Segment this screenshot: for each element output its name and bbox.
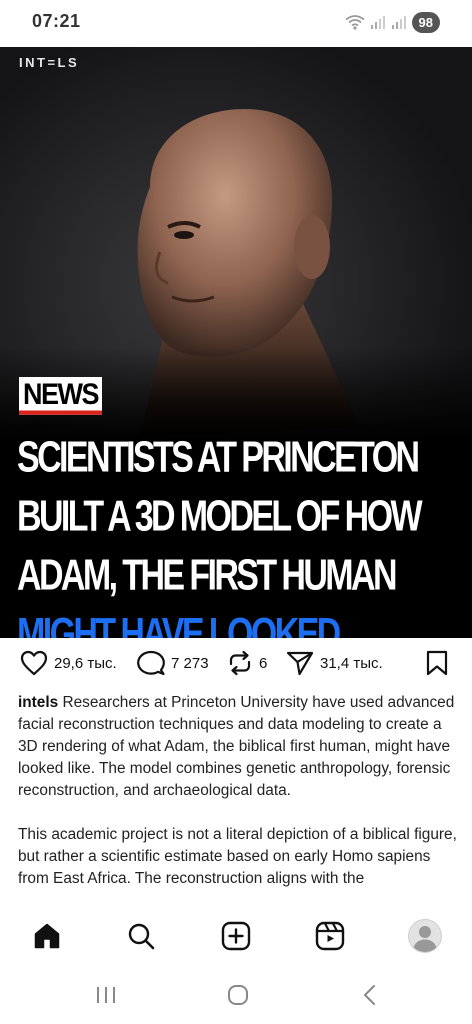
post-caption: intels Researchers at Princeton Universi…	[18, 692, 458, 906]
reposts-count: 6	[259, 654, 268, 672]
caption-text: Researchers at Princeton University have…	[18, 694, 455, 799]
headline-line: BUILT A 3D MODEL OF HOW	[17, 492, 423, 541]
signal-icon	[370, 16, 385, 29]
status-time: 07:21	[32, 11, 81, 31]
nav-reels[interactable]	[312, 918, 348, 954]
repost-button[interactable]: 6	[227, 650, 267, 676]
bottom-nav	[0, 906, 472, 966]
recent-apps-icon	[97, 987, 115, 1003]
reels-icon	[315, 921, 345, 951]
status-bar: 07:21 98	[0, 0, 472, 44]
repost-icon	[229, 650, 251, 676]
recent-apps-button[interactable]	[94, 982, 118, 1008]
home-icon	[34, 923, 60, 949]
battery-badge: 98	[411, 11, 440, 33]
nav-home[interactable]	[29, 918, 65, 954]
comments-count: 7 273	[171, 654, 209, 672]
likes-count: 29,6 тыс.	[54, 654, 117, 672]
nav-create[interactable]	[218, 918, 254, 954]
headline-highlight: MIGHT HAVE LOOKED	[17, 609, 341, 638]
post-image[interactable]: INT=LS NEWS SCIENTISTS AT PRINCETON BUIL…	[0, 47, 472, 638]
profile-avatar	[408, 919, 442, 953]
send-icon	[286, 651, 314, 676]
back-button[interactable]	[359, 982, 381, 1008]
headline-line: SCIENTISTS AT PRINCETON	[17, 433, 420, 482]
system-nav	[0, 966, 472, 1024]
wifi-icon	[344, 15, 365, 30]
brand-logo: INT=LS	[19, 55, 80, 70]
nav-profile[interactable]	[407, 918, 443, 954]
create-icon	[221, 921, 251, 951]
headline-line: ADAM, THE FIRST HUMAN	[17, 550, 398, 600]
shares-count: 31,4 тыс.	[320, 654, 383, 672]
avatar-silhouette	[413, 926, 437, 952]
home-circle-icon	[228, 985, 248, 1005]
back-icon	[364, 985, 375, 1005]
caption-username[interactable]: intels	[18, 694, 58, 711]
nav-search[interactable]	[123, 918, 159, 954]
caption-paragraph: intels Researchers at Princeton Universi…	[18, 692, 458, 802]
news-tag: NEWS	[19, 377, 102, 415]
share-button[interactable]: 31,4 тыс.	[286, 650, 383, 676]
bookmark-icon	[426, 650, 448, 676]
bookmark-button[interactable]	[426, 650, 448, 676]
headline: SCIENTISTS AT PRINCETON BUILT A 3D MODEL…	[17, 428, 457, 638]
like-button[interactable]: 29,6 тыс.	[20, 650, 117, 676]
home-button[interactable]	[225, 982, 251, 1008]
caption-paragraph: This academic project is not a literal d…	[18, 826, 457, 887]
search-icon	[128, 923, 155, 950]
signal-icon	[391, 16, 406, 29]
action-bar: 29,6 тыс. 7 273 6 31,4 тыс.	[0, 644, 472, 686]
heart-icon	[20, 650, 48, 676]
comment-button[interactable]: 7 273	[137, 650, 209, 676]
status-icons: 98	[344, 11, 440, 33]
comment-icon	[137, 650, 165, 676]
